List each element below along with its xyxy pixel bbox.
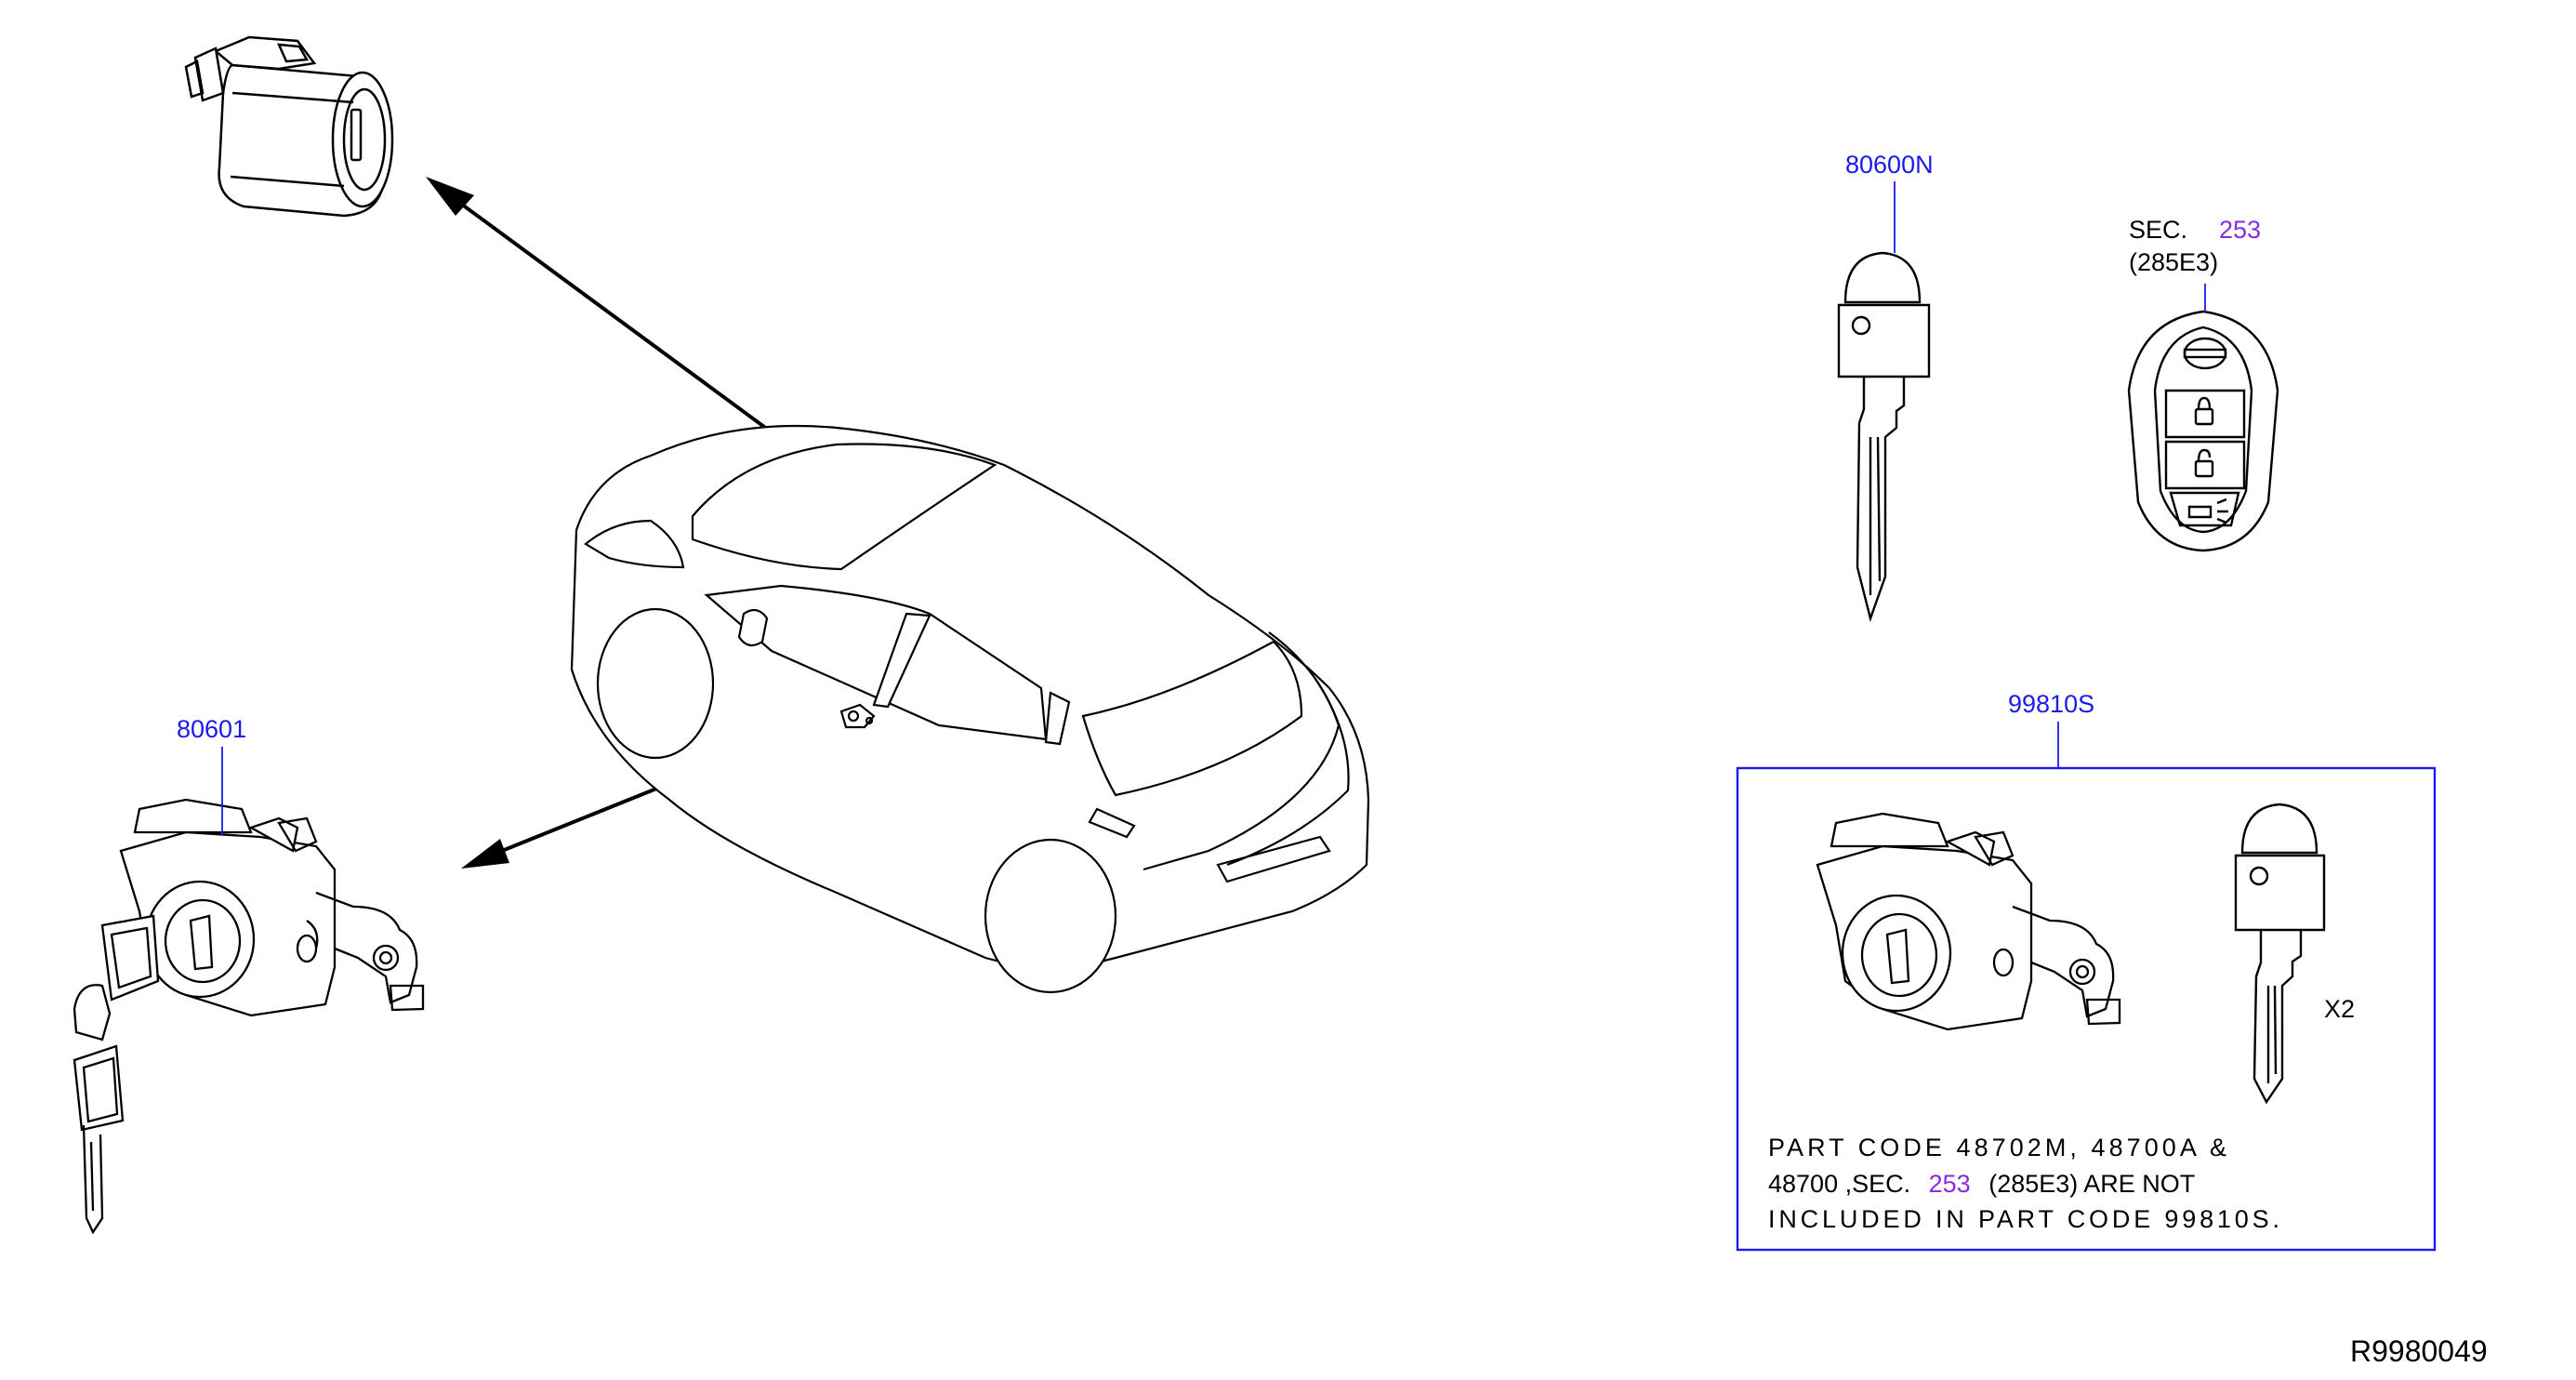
- mechanical-key[interactable]: [1837, 251, 1931, 623]
- part-number-99810S[interactable]: 99810S: [2008, 690, 2094, 718]
- note-line-2-suffix: (285E3) ARE NOT: [1988, 1170, 2195, 1198]
- part-number-80601[interactable]: 80601: [177, 715, 246, 743]
- kit-door-lock[interactable]: [1816, 812, 2121, 1031]
- sec-number-link[interactable]: 253: [2219, 216, 2261, 244]
- note-line-3: INCLUDED IN PART CODE 99810S.: [1768, 1205, 2279, 1233]
- door-lock-assembly[interactable]: [73, 798, 425, 1235]
- quantity-label: X2: [2324, 995, 2355, 1023]
- part-number-80600N[interactable]: 80600N: [1845, 151, 1934, 179]
- note-sec-number-link[interactable]: 253: [1929, 1170, 1971, 1198]
- parts-diagram: 80600N SEC. 253 (285E3) 80601 99810S X2 …: [73, 35, 2488, 1368]
- diagram-id: R9980049: [2350, 1334, 2488, 1368]
- kit-mechanical-key[interactable]: [2234, 803, 2326, 1105]
- intelligent-key-fob[interactable]: [2127, 310, 2279, 552]
- note-line-2-prefix: 48700 ,SEC.: [1768, 1170, 1910, 1198]
- car-outline: [570, 424, 1370, 994]
- sec-code: (285E3): [2129, 248, 2218, 276]
- note-line-1: PART CODE 48702M, 48700A &: [1768, 1134, 2226, 1161]
- ignition-cylinder[interactable]: [184, 35, 394, 218]
- arrowhead-door-lock: [461, 839, 509, 869]
- note-line-2: 48700 ,SEC. 253 (285E3) ARE NOT: [1768, 1170, 2195, 1198]
- sec-prefix: SEC.: [2129, 216, 2187, 244]
